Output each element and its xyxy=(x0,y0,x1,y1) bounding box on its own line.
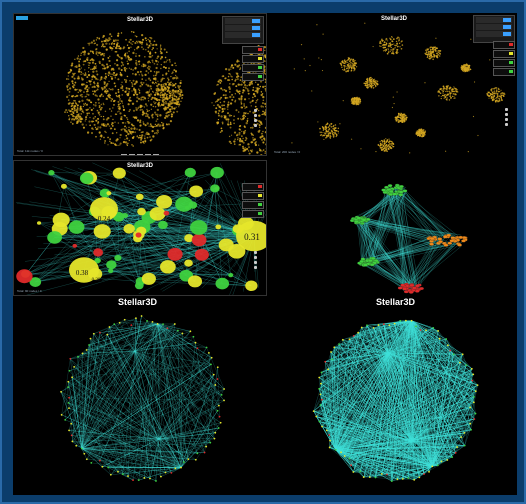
control-row[interactable] xyxy=(225,32,261,38)
view-tools[interactable] xyxy=(248,107,262,137)
panel-title: Stellar3D xyxy=(126,163,153,169)
bottom-toolbar[interactable] xyxy=(120,147,160,155)
status-text: Total: 11k nodes / 0 xyxy=(17,149,43,153)
panel-mid-right[interactable] xyxy=(271,160,517,296)
legend-item[interactable] xyxy=(493,41,515,49)
panel-bottom-right[interactable] xyxy=(271,309,517,495)
legend-item[interactable] xyxy=(242,46,264,54)
app-frame: Stellar3D Total: 11k nodes / 0 Stellar3D xyxy=(0,0,526,504)
legend-item[interactable] xyxy=(242,201,264,209)
node-value-label: 0.28 xyxy=(92,278,101,283)
node-value-label: 0.38 xyxy=(76,269,89,277)
status-text: Total: 200 nodes / 0 xyxy=(274,150,301,154)
node-value-label: 0.31 xyxy=(244,232,260,242)
legend-item[interactable] xyxy=(242,192,264,200)
panel-top-right[interactable]: Stellar3D Total: 200 nodes / 0 xyxy=(271,13,517,156)
legend-item[interactable] xyxy=(493,50,515,58)
legend-item[interactable] xyxy=(242,73,264,81)
legend-item[interactable] xyxy=(242,210,264,218)
dense-circular-network-graph[interactable] xyxy=(271,309,517,495)
view-tools[interactable] xyxy=(499,106,513,136)
panel-mid-left[interactable]: 0.24 0.31 0.38 0.28 Stellar3D Total: 90 nod… xyxy=(13,160,267,296)
circular-network-graph[interactable] xyxy=(13,309,267,495)
cluster-edges xyxy=(353,185,463,292)
legend-item[interactable] xyxy=(493,68,515,76)
control-row[interactable] xyxy=(476,17,512,23)
node-value-label: 0.24 xyxy=(98,215,111,223)
network-edges xyxy=(60,315,225,482)
bubble-network-graph[interactable]: 0.24 0.31 0.380.28 xyxy=(14,161,267,296)
ring-cluster-graph[interactable] xyxy=(271,160,517,296)
visualization-grid: Stellar3D Total: 11k nodes / 0 Stellar3D xyxy=(13,13,517,495)
control-panel[interactable] xyxy=(473,15,515,43)
legend-item[interactable] xyxy=(242,64,264,72)
control-row[interactable] xyxy=(225,18,261,24)
sphere-points xyxy=(64,30,266,155)
panel-title-bottom-left: Stellar3D xyxy=(118,297,158,307)
panel-top-left[interactable]: Stellar3D Total: 11k nodes / 0 xyxy=(13,13,267,156)
panel-title-bottom-right: Stellar3D xyxy=(376,297,416,307)
legend xyxy=(493,41,515,77)
legend xyxy=(242,46,264,82)
legend-item[interactable] xyxy=(493,59,515,67)
panel-bottom-left[interactable] xyxy=(13,309,267,495)
status-text: Total: 90 nodes / 0 xyxy=(17,289,42,293)
view-tools[interactable] xyxy=(248,249,262,279)
legend xyxy=(242,183,264,219)
control-row[interactable] xyxy=(225,25,261,31)
legend-item[interactable] xyxy=(242,55,264,63)
control-row[interactable] xyxy=(476,31,512,37)
legend-item[interactable] xyxy=(242,183,264,191)
control-row[interactable] xyxy=(476,24,512,30)
control-panel[interactable] xyxy=(222,16,264,44)
